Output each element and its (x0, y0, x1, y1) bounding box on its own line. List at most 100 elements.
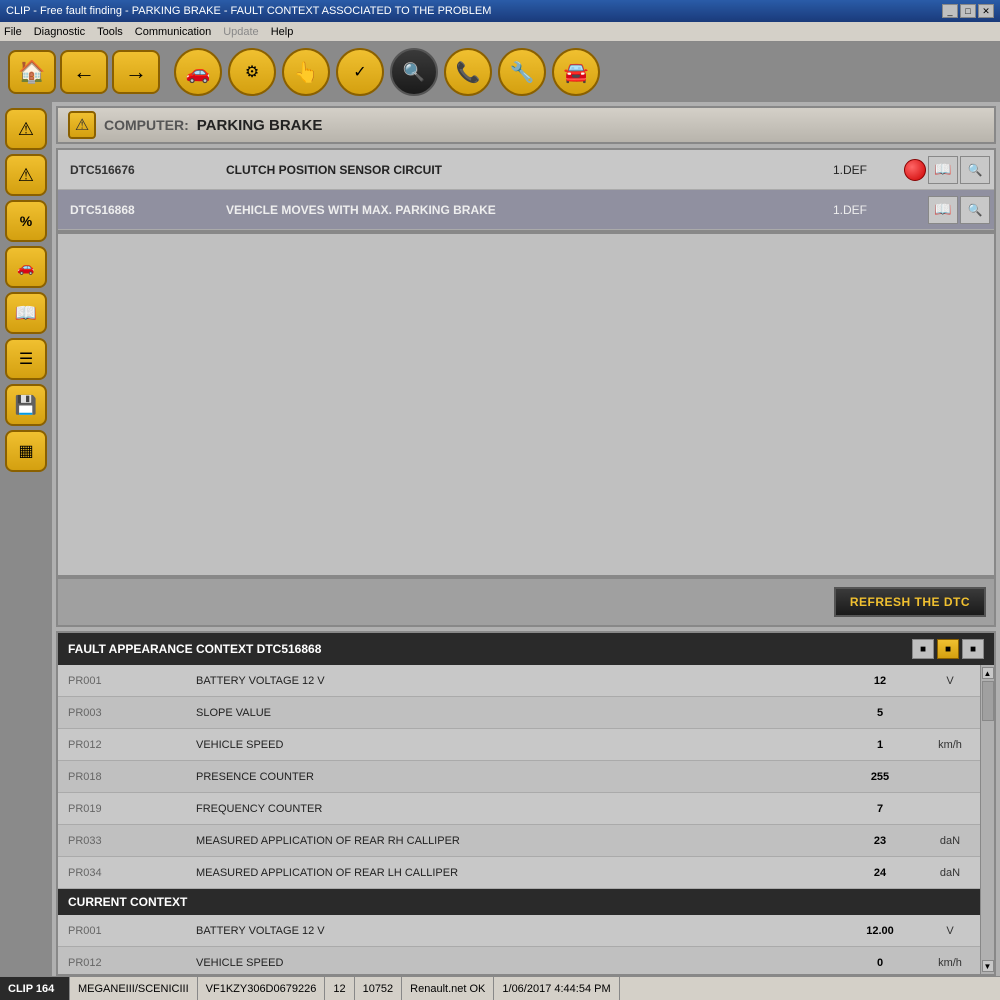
computer-name: PARKING BRAKE (197, 117, 323, 134)
cur-val-1: 12.00 (840, 925, 920, 937)
book-button[interactable]: 📖 (5, 292, 47, 334)
scroll-thumb[interactable] (982, 681, 994, 721)
close-btn[interactable]: ✕ (978, 4, 994, 18)
refresh-dtc-button[interactable]: REFRESH THE DTC (834, 587, 986, 617)
dtc-desc-2: VEHICLE MOVES WITH MAX. PARKING BRAKE (218, 203, 800, 217)
ctx-pr-5: PR019 (58, 803, 188, 815)
car-side-button[interactable]: 🚗 (5, 246, 47, 288)
ctx-val-6: 23 (840, 835, 920, 847)
ctx-btn-2[interactable]: ■ (937, 639, 959, 659)
ctx-row-pr012: PR012 VEHICLE SPEED 1 km/h (58, 729, 980, 761)
dtc-code-2: DTC516868 (58, 203, 218, 217)
ctx-desc-3: VEHICLE SPEED (188, 739, 840, 751)
home-button[interactable]: 🏠 (8, 50, 56, 94)
transmission-icon[interactable]: ⚙ (228, 48, 276, 96)
ctx-pr-2: PR003 (58, 707, 188, 719)
menu-tools[interactable]: Tools (97, 26, 123, 38)
status-code: 10752 (355, 977, 403, 1000)
ctx-unit-6: daN (920, 835, 980, 847)
menu-file[interactable]: File (4, 26, 22, 38)
ctx-row-pr019: PR019 FREQUENCY COUNTER 7 (58, 793, 980, 825)
status-vehicle: MEGANEIII/SCENICIII (70, 977, 198, 1000)
cur-val-2: 0 (840, 957, 920, 969)
ctx-btn-1[interactable]: ■ (912, 639, 934, 659)
minimize-btn[interactable]: _ (942, 4, 958, 18)
zoom-action-2[interactable]: 🔍 (960, 196, 990, 224)
maximize-btn[interactable]: □ (960, 4, 976, 18)
status-datetime: 1/06/2017 4:44:54 PM (494, 977, 619, 1000)
save-button[interactable]: 💾 (5, 384, 47, 426)
main-content: ⚠ COMPUTER: PARKING BRAKE DTC516676 CLUT… (52, 102, 1000, 976)
main-toolbar: 🏠 ← → 🚗 ⚙ 👆 ✓ 🔍 📞 🔧 🚘 (0, 42, 1000, 102)
zoom-action-1[interactable]: 🔍 (960, 156, 990, 184)
dtc-desc-1: CLUTCH POSITION SENSOR CIRCUIT (218, 163, 800, 177)
fault-context-title: FAULT APPEARANCE CONTEXT DTC516868 (68, 642, 321, 656)
back-button[interactable]: ← (60, 50, 108, 94)
title-text: CLIP - Free fault finding - PARKING BRAK… (6, 5, 491, 17)
menu-update[interactable]: Update (223, 26, 258, 38)
title-bar: CLIP - Free fault finding - PARKING BRAK… (0, 0, 1000, 22)
ctx-desc-5: FREQUENCY COUNTER (188, 803, 840, 815)
ctx-btn-3[interactable]: ■ (962, 639, 984, 659)
checklist-icon[interactable]: ✓ (336, 48, 384, 96)
car-check-icon[interactable]: 🚘 (552, 48, 600, 96)
fault-context-section: FAULT APPEARANCE CONTEXT DTC516868 ■ ■ ■… (56, 631, 996, 976)
dtc-row[interactable]: DTC516676 CLUTCH POSITION SENSOR CIRCUIT… (58, 150, 994, 190)
dtc-row-selected[interactable]: DTC516868 VEHICLE MOVES WITH MAX. PARKIN… (58, 190, 994, 230)
scroll-down-arrow[interactable]: ▼ (982, 960, 994, 972)
menu-help[interactable]: Help (271, 26, 294, 38)
dtc-status-1: 1.DEF (800, 163, 900, 177)
menu-bar: File Diagnostic Tools Communication Upda… (0, 22, 1000, 42)
menu-communication[interactable]: Communication (135, 26, 211, 38)
ctx-val-1: 12 (840, 675, 920, 687)
phone-icon[interactable]: 📞 (444, 48, 492, 96)
status-vin: VF1KZY306D0679226 (198, 977, 326, 1000)
ctx-row-pr018: PR018 PRESENCE COUNTER 255 (58, 761, 980, 793)
window-controls[interactable]: _ □ ✕ (942, 4, 994, 18)
fault-context-header: FAULT APPEARANCE CONTEXT DTC516868 ■ ■ ■ (58, 633, 994, 665)
search-fault-icon[interactable]: 🔍 (390, 48, 438, 96)
ctx-current-pr012: PR012 VEHICLE SPEED 0 km/h (58, 947, 980, 974)
warning-button[interactable]: ⚠ (5, 108, 47, 150)
ctx-val-3: 1 (840, 739, 920, 751)
toolbar-icons: 🚗 ⚙ 👆 ✓ 🔍 📞 🔧 🚘 (174, 48, 992, 96)
nav-group: 🏠 ← → (8, 50, 160, 94)
dtc-actions-2: 📖 🔍 (900, 196, 994, 224)
book-action-2[interactable]: 📖 (928, 196, 958, 224)
ctx-pr-4: PR018 (58, 771, 188, 783)
ctx-val-4: 255 (840, 771, 920, 783)
context-table: PR001 BATTERY VOLTAGE 12 V 12 V PR003 SL… (58, 665, 980, 974)
touch-icon[interactable]: 👆 (282, 48, 330, 96)
list-button[interactable]: ☰ (5, 338, 47, 380)
ctx-pr-3: PR012 (58, 739, 188, 751)
current-context-header: CURRENT CONTEXT (58, 889, 980, 915)
barcode-button[interactable]: ▦ (5, 430, 47, 472)
status-clip: CLIP 164 (0, 977, 70, 1000)
warning2-button[interactable]: ⚠ (5, 154, 47, 196)
scroll-up-arrow[interactable]: ▲ (982, 667, 994, 679)
forward-button[interactable]: → (112, 50, 160, 94)
status-number: 12 (325, 977, 354, 1000)
scrollbar[interactable]: ▲ ▼ (980, 665, 994, 974)
warning-icon: ⚠ (68, 111, 96, 139)
ctx-desc-6: MEASURED APPLICATION OF REAR RH CALLIPER (188, 835, 840, 847)
cur-desc-2: VEHICLE SPEED (188, 957, 840, 969)
menu-diagnostic[interactable]: Diagnostic (34, 26, 85, 38)
cur-pr-2: PR012 (58, 957, 188, 969)
ctx-current-pr001: PR001 BATTERY VOLTAGE 12 V 12.00 V (58, 915, 980, 947)
cur-desc-1: BATTERY VOLTAGE 12 V (188, 925, 840, 937)
context-buttons: ■ ■ ■ (912, 639, 984, 659)
ctx-unit-3: km/h (920, 739, 980, 751)
book-action-1[interactable]: 📖 (928, 156, 958, 184)
dtc-table: DTC516676 CLUTCH POSITION SENSOR CIRCUIT… (56, 148, 996, 232)
wrench-icon[interactable]: 🔧 (498, 48, 546, 96)
fault-context-scroll: PR001 BATTERY VOLTAGE 12 V 12 V PR003 SL… (58, 665, 994, 974)
cur-unit-2: km/h (920, 957, 980, 969)
ctx-desc-2: SLOPE VALUE (188, 707, 840, 719)
ctx-unit-1: V (920, 675, 980, 687)
ctx-row-pr034: PR034 MEASURED APPLICATION OF REAR LH CA… (58, 857, 980, 889)
car-icon[interactable]: 🚗 (174, 48, 222, 96)
computer-label: COMPUTER: (104, 117, 189, 133)
dtc-actions-1: 📖 🔍 (900, 156, 994, 184)
percent-button[interactable]: % (5, 200, 47, 242)
